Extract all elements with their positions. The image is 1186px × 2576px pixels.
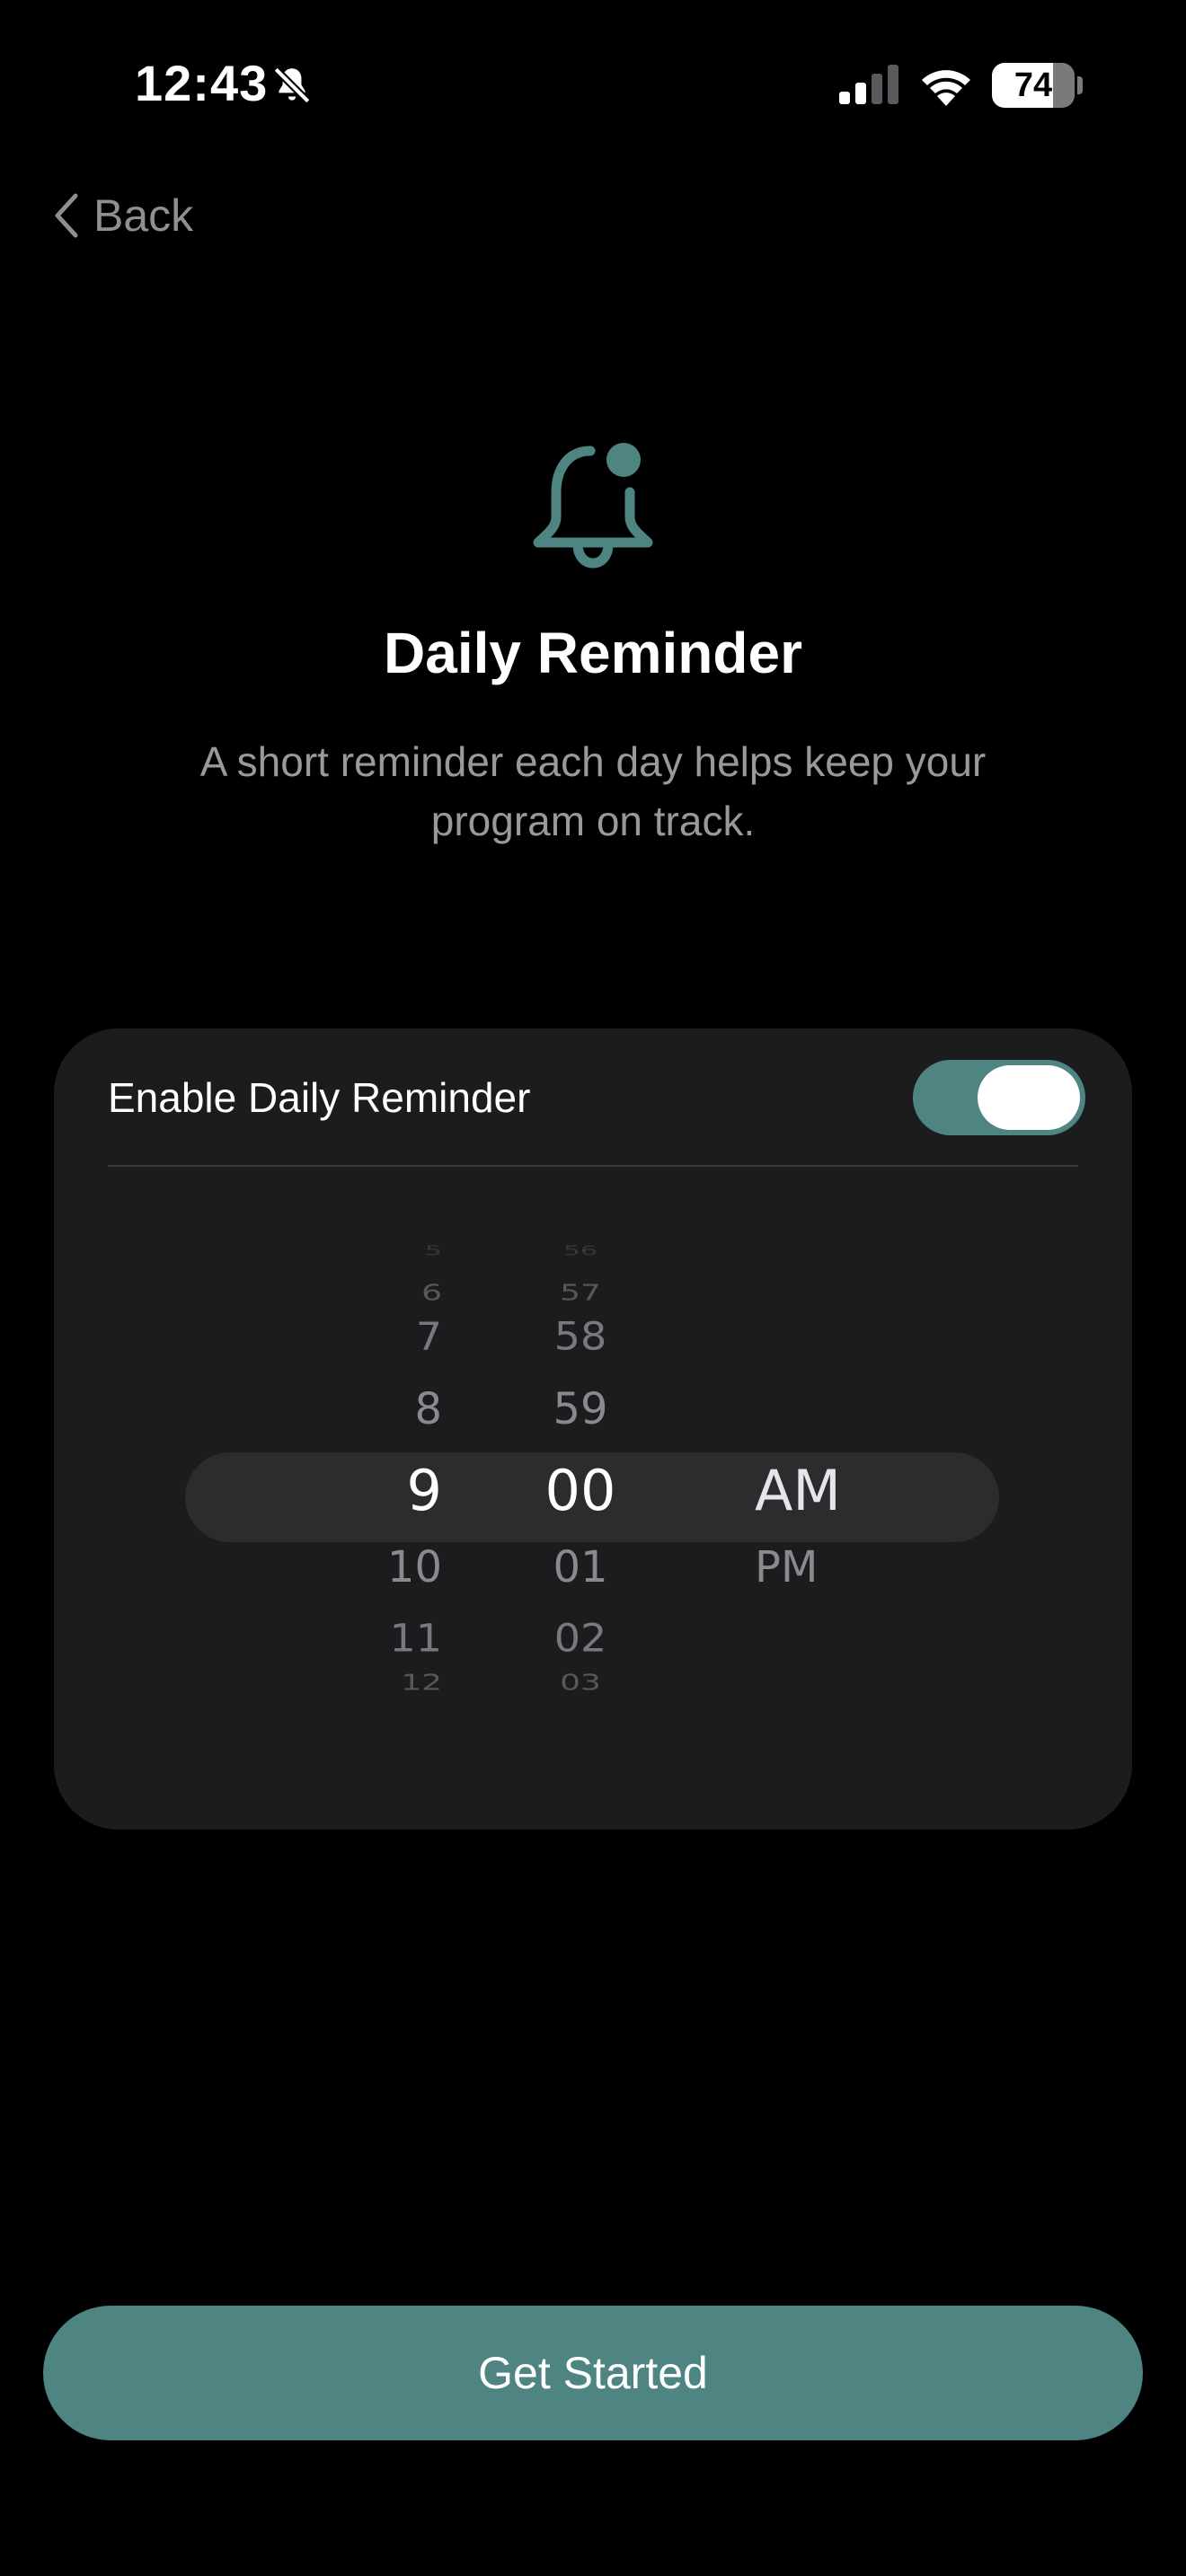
wifi-icon	[922, 70, 970, 106]
minute-option[interactable]: 03	[500, 1670, 661, 1691]
enable-reminder-label: Enable Daily Reminder	[108, 1074, 531, 1121]
status-time: 12:43	[135, 55, 269, 111]
period-selected[interactable]: AM	[665, 1458, 845, 1523]
cellular-signal-icon	[839, 65, 898, 104]
hour-option[interactable]: 6	[323, 1280, 485, 1306]
minute-option[interactable]: 59	[500, 1384, 661, 1434]
status-bar: 12:43 74	[0, 0, 1186, 171]
toggle-knob	[978, 1065, 1080, 1130]
hour-wheel[interactable]: 5 6 7 8 9 10 11 12	[323, 1242, 485, 1691]
get-started-button[interactable]: Get Started	[43, 2306, 1143, 2440]
hour-selected[interactable]: 9	[323, 1458, 485, 1523]
hour-option[interactable]: 8	[323, 1384, 485, 1434]
bell-slash-icon	[273, 66, 311, 104]
period-option[interactable]: PM	[665, 1542, 845, 1592]
chevron-left-icon	[55, 193, 78, 238]
page-title: Daily Reminder	[384, 621, 802, 685]
minute-option[interactable]: 56	[500, 1243, 661, 1259]
minute-selected[interactable]: 00	[500, 1458, 661, 1523]
battery-level: 74	[1013, 66, 1053, 104]
bell-badge-icon	[533, 437, 653, 569]
hour-option[interactable]: 5	[323, 1243, 485, 1259]
hour-option[interactable]: 7	[323, 1314, 485, 1359]
minute-option[interactable]: 02	[500, 1616, 661, 1661]
minute-wheel[interactable]: 56 57 58 59 00 01 02 03	[500, 1242, 661, 1691]
period-wheel[interactable]: AM PM	[665, 1242, 845, 1691]
minute-option[interactable]: 57	[500, 1280, 661, 1306]
hour-option[interactable]: 10	[323, 1542, 485, 1592]
back-button[interactable]: Back	[52, 184, 193, 247]
battery-icon: 74	[992, 63, 1075, 108]
battery-nub	[1077, 76, 1083, 94]
minute-option[interactable]: 01	[500, 1542, 661, 1592]
back-label: Back	[93, 190, 194, 241]
card-divider	[108, 1165, 1078, 1167]
reminder-card: Enable Daily Reminder 5 6 7 8 9 10 11 12…	[54, 1028, 1132, 1830]
hour-option[interactable]: 11	[323, 1616, 485, 1661]
page-subtitle: A short reminder each day helps keep you…	[199, 738, 987, 844]
hour-option[interactable]: 12	[323, 1670, 485, 1691]
time-picker[interactable]: 5 6 7 8 9 10 11 12 56 57 58 59 00 01 02 …	[54, 1242, 1132, 1691]
minute-option[interactable]: 58	[500, 1314, 661, 1359]
enable-reminder-toggle[interactable]	[913, 1060, 1085, 1135]
